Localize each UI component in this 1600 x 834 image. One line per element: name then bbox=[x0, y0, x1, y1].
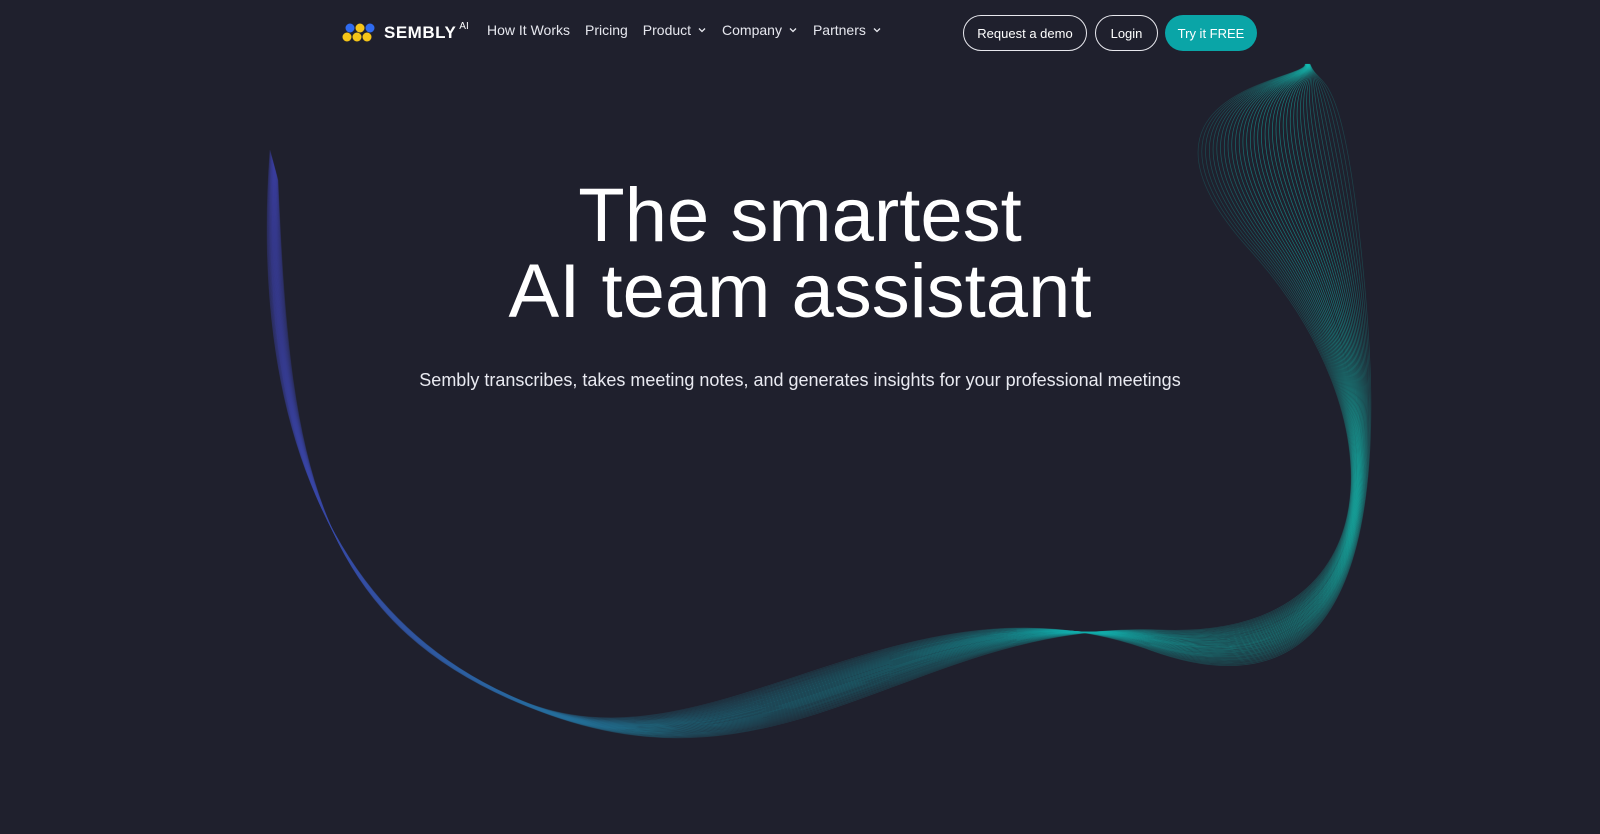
hero-title-line-1: The smartest bbox=[578, 173, 1022, 258]
wave-line bbox=[275, 63, 1356, 732]
wave-line bbox=[276, 63, 1354, 736]
wave-line bbox=[277, 63, 1352, 738]
wave-line bbox=[272, 63, 1361, 727]
nav-label: Partners bbox=[812, 22, 866, 38]
wave-line bbox=[267, 63, 1369, 720]
wave-line bbox=[268, 63, 1368, 721]
wave-line bbox=[272, 63, 1360, 727]
wave-line bbox=[271, 63, 1363, 725]
wave-line bbox=[275, 63, 1356, 733]
nav-pricing[interactable]: Pricing bbox=[585, 22, 628, 38]
nav-how-it-works[interactable]: How It Works bbox=[487, 22, 570, 38]
wave-line-group bbox=[266, 63, 1372, 739]
wave-line bbox=[273, 63, 1359, 728]
nav-partners[interactable]: Partners bbox=[813, 22, 882, 38]
wave-line bbox=[275, 63, 1355, 734]
nav-label: Pricing bbox=[584, 22, 628, 38]
wave-line bbox=[273, 63, 1359, 729]
wave-line bbox=[270, 63, 1364, 724]
logo-ai-suffix: AI bbox=[459, 21, 469, 32]
wave-line bbox=[276, 63, 1354, 736]
wave-line bbox=[271, 63, 1363, 725]
wave-line bbox=[276, 63, 1354, 735]
wave-line bbox=[268, 63, 1367, 722]
wave-line bbox=[273, 63, 1359, 729]
sembly-logo-icon bbox=[342, 23, 375, 42]
hero-subtitle: Sembly transcribes, takes meeting notes,… bbox=[419, 370, 1181, 390]
wave-line bbox=[274, 63, 1357, 732]
wave-line bbox=[267, 63, 1371, 719]
chevron-down-icon bbox=[698, 28, 706, 33]
logo-wordmark: SEMBLY bbox=[384, 23, 457, 42]
wave-line bbox=[274, 63, 1357, 731]
try-free-button[interactable]: Try it FREE bbox=[1165, 15, 1257, 51]
wave-line bbox=[274, 63, 1358, 730]
wave-line bbox=[270, 63, 1364, 724]
wave-line bbox=[277, 63, 1353, 738]
request-demo-button[interactable]: Request a demo bbox=[963, 15, 1087, 51]
chevron-down-icon bbox=[873, 28, 881, 33]
wave-line bbox=[274, 63, 1358, 730]
wave-line bbox=[273, 63, 1360, 728]
nav-product[interactable]: Product bbox=[643, 22, 707, 38]
decorative-wave-lines bbox=[266, 63, 1372, 739]
main-nav: How It Works Pricing Product Company Par… bbox=[487, 22, 897, 38]
nav-label: Company bbox=[722, 22, 782, 38]
login-button[interactable]: Login bbox=[1095, 15, 1158, 51]
top-navigation-bar: SEMBLY AI How It Works Pricing Product C… bbox=[0, 0, 1600, 64]
wave-line bbox=[277, 63, 1352, 739]
hero-title-line-2: AI team assistant bbox=[508, 249, 1092, 334]
hero-title: The smartest AI team assistant bbox=[0, 178, 1600, 330]
wave-line bbox=[267, 63, 1370, 720]
wave-line bbox=[270, 63, 1365, 723]
wave-line bbox=[272, 63, 1362, 726]
landing-page: SEMBLY AI How It Works Pricing Product C… bbox=[0, 0, 1600, 834]
chevron-down-icon bbox=[789, 28, 797, 33]
wave-line bbox=[269, 63, 1366, 722]
nav-label: Product bbox=[642, 22, 692, 38]
wave-line bbox=[269, 63, 1366, 723]
wave-line bbox=[268, 63, 1368, 721]
wave-line bbox=[271, 63, 1362, 726]
wave-line bbox=[276, 63, 1354, 735]
nav-label: How It Works bbox=[487, 22, 570, 38]
nav-company[interactable]: Company bbox=[722, 22, 798, 38]
sembly-logo[interactable]: SEMBLY AI bbox=[342, 20, 469, 46]
wave-line bbox=[276, 63, 1353, 737]
wave-line bbox=[277, 63, 1353, 737]
wave-line bbox=[274, 63, 1357, 731]
wave-line bbox=[275, 63, 1355, 733]
